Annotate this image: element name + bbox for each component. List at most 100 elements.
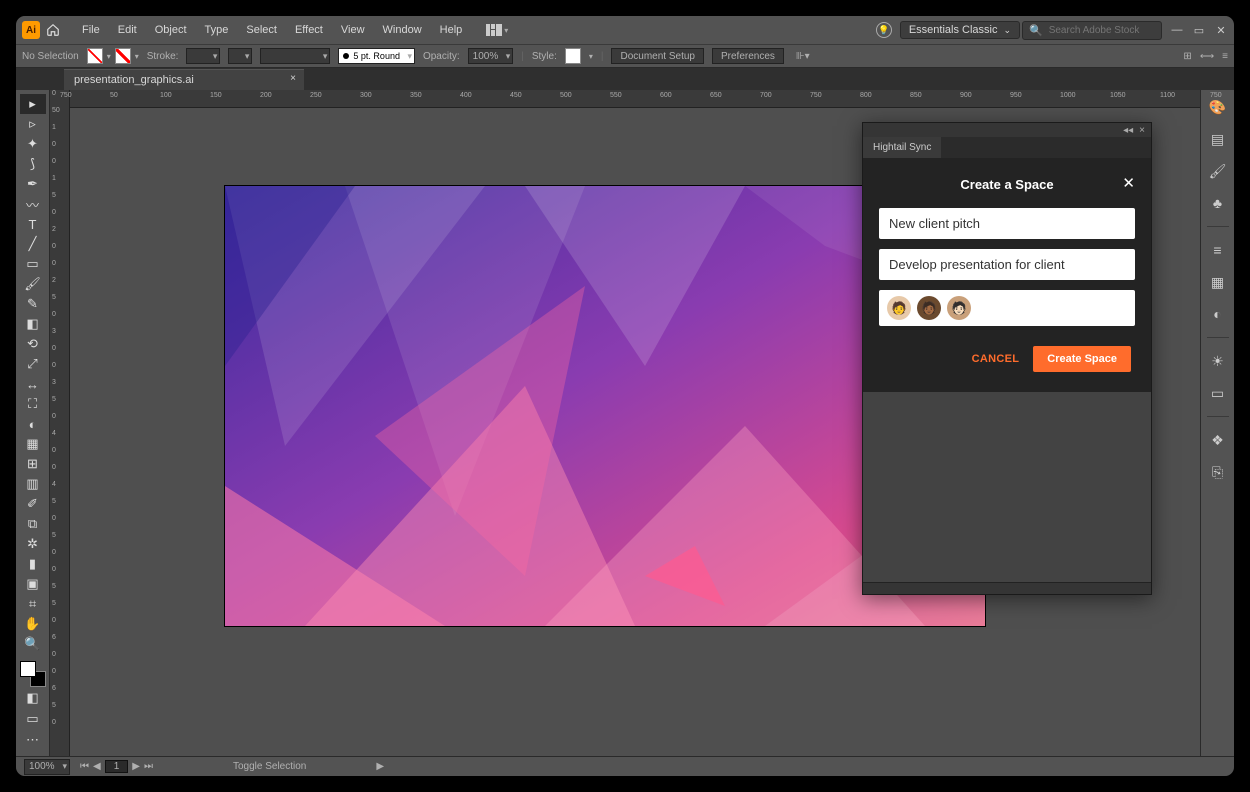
more-options-icon[interactable]: ≡	[1222, 51, 1228, 62]
mesh-tool[interactable]: ⊞	[20, 454, 46, 474]
next-page-icon[interactable]: ▶	[132, 761, 140, 772]
space-description-input[interactable]: Develop presentation for client	[879, 249, 1135, 280]
appearance-panel-icon[interactable]: ☀	[1207, 350, 1229, 372]
menu-help[interactable]: Help	[432, 20, 471, 40]
menu-type[interactable]: Type	[197, 20, 237, 40]
shaper-tool[interactable]: ✎	[20, 294, 46, 314]
first-page-icon[interactable]: ⏮	[80, 761, 89, 772]
hightail-panel[interactable]: ◂◂ × Hightail Sync Create a Space ✕ New …	[862, 122, 1152, 595]
space-name-input[interactable]: New client pitch	[879, 208, 1135, 239]
perspective-grid-tool[interactable]: ▦	[20, 434, 46, 454]
document-setup-button[interactable]: Document Setup	[611, 48, 704, 64]
eraser-tool[interactable]: ◧	[20, 314, 46, 334]
create-space-button[interactable]: Create Space	[1033, 346, 1131, 372]
last-page-icon[interactable]: ⏭	[144, 761, 153, 772]
brushes-panel-icon[interactable]: 🖌	[1207, 160, 1229, 182]
panel-scrollbar[interactable]	[863, 582, 1151, 594]
blend-tool[interactable]: ⧉	[20, 514, 46, 534]
slice-tool[interactable]: ⌗	[20, 594, 46, 614]
brush-definition[interactable]	[260, 48, 330, 64]
canvas[interactable]: ◂◂ × Hightail Sync Create a Space ✕ New …	[70, 108, 1200, 756]
workspace-label: Essentials Classic	[909, 24, 998, 36]
panel-collapse-icon[interactable]: ◂◂	[1123, 125, 1133, 136]
paintbrush-tool[interactable]: 🖌	[20, 274, 46, 294]
panel-tab[interactable]: Hightail Sync	[863, 137, 941, 158]
window-close[interactable]: ✕	[1214, 24, 1228, 37]
artboard-nav[interactable]: ⏮ ◀ 1 ▶ ⏭	[80, 760, 153, 773]
menu-file[interactable]: File	[74, 20, 108, 40]
type-tool[interactable]: T	[20, 214, 46, 234]
eyedropper-tool[interactable]: ✐	[20, 494, 46, 514]
screen-mode-icon[interactable]: ▭	[20, 709, 46, 729]
asset-export-panel-icon[interactable]: ⎘	[1207, 461, 1229, 483]
stroke-style-field[interactable]: 5 pt. Round	[338, 48, 415, 64]
discover-icon[interactable]: 💡	[876, 22, 892, 38]
align-icon[interactable]: ⊪▾	[792, 51, 814, 62]
close-tab-icon[interactable]: ×	[290, 73, 296, 84]
hand-tool[interactable]: ✋	[20, 614, 46, 634]
symbols-panel-icon[interactable]: ♣	[1207, 192, 1229, 214]
lasso-tool[interactable]: ⟆	[20, 154, 46, 174]
fill-swatch[interactable]	[87, 48, 103, 64]
rectangle-tool[interactable]: ▭	[20, 254, 46, 274]
swatches-panel-icon[interactable]: ▤	[1207, 128, 1229, 150]
home-icon[interactable]	[44, 21, 62, 39]
selection-tool[interactable]: ▸	[20, 94, 46, 114]
arrange-docs-icon[interactable]: ▾	[486, 24, 508, 36]
close-icon[interactable]: ✕	[1122, 174, 1135, 192]
free-transform-tool[interactable]: ⛶	[20, 394, 46, 414]
stock-search-input[interactable]	[1047, 24, 1155, 37]
menu-edit[interactable]: Edit	[110, 20, 145, 40]
shape-builder-tool[interactable]: ◐	[20, 414, 46, 434]
menu-window[interactable]: Window	[375, 20, 430, 40]
curvature-tool[interactable]: 〰	[20, 194, 46, 214]
menu-view[interactable]: View	[333, 20, 373, 40]
symbol-sprayer-tool[interactable]: ✲	[20, 534, 46, 554]
panel-close-icon[interactable]: ×	[1139, 125, 1145, 136]
zoom-tool[interactable]: 🔍	[20, 634, 46, 654]
workspace-switcher[interactable]: Essentials Classic ⌄	[900, 21, 1020, 39]
window-maximize[interactable]: ▭	[1192, 24, 1206, 37]
magic-wand-tool[interactable]: ✦	[20, 134, 46, 154]
gradient-tool[interactable]: ▥	[20, 474, 46, 494]
fill-stroke-color[interactable]	[20, 661, 46, 687]
graphic-style-swatch[interactable]	[565, 48, 581, 64]
graphic-styles-panel-icon[interactable]: ▭	[1207, 382, 1229, 404]
menu-object[interactable]: Object	[147, 20, 195, 40]
transform-icon[interactable]: ⊞	[1183, 51, 1191, 62]
var-width-profile[interactable]	[228, 48, 252, 64]
prev-page-icon[interactable]: ◀	[93, 761, 101, 772]
status-hint-arrow-icon[interactable]: ▶	[376, 761, 384, 772]
stroke-panel-icon[interactable]: ≡	[1207, 239, 1229, 261]
menu-select[interactable]: Select	[238, 20, 285, 40]
color-panel-icon[interactable]: 🎨	[1207, 96, 1229, 118]
align-panel-icon[interactable]: ⟷	[1200, 51, 1214, 62]
artboard-tool[interactable]: ▣	[20, 574, 46, 594]
scale-tool[interactable]: ⤢	[20, 354, 46, 374]
window-minimize[interactable]: —	[1170, 24, 1184, 36]
direct-selection-tool[interactable]: ▹	[20, 114, 46, 134]
stock-search[interactable]: 🔍	[1022, 21, 1162, 40]
column-graph-tool[interactable]: ▮	[20, 554, 46, 574]
width-tool[interactable]: ↔	[20, 374, 46, 394]
cancel-button[interactable]: CANCEL	[972, 353, 1020, 365]
document-tab[interactable]: presentation_graphics.ai ×	[64, 69, 304, 90]
line-tool[interactable]: ╱	[20, 234, 46, 254]
preferences-button[interactable]: Preferences	[712, 48, 784, 64]
menu-effect[interactable]: Effect	[287, 20, 331, 40]
page-number[interactable]: 1	[105, 760, 129, 773]
transparency-panel-icon[interactable]: ◐	[1207, 303, 1229, 325]
members-field[interactable]: 🧑 🧑🏾 🧑🏻	[879, 290, 1135, 326]
draw-mode-icons[interactable]: ◧	[20, 688, 46, 708]
rotate-tool[interactable]: ⟲	[20, 334, 46, 354]
app-window: Ai File Edit Object Type Select Effect V…	[15, 15, 1235, 777]
opacity-field[interactable]: 100%	[468, 48, 514, 64]
panel-title: Create a Space	[960, 177, 1053, 192]
gradient-panel-icon[interactable]: ▦	[1207, 271, 1229, 293]
stroke-swatch[interactable]	[115, 48, 131, 64]
stroke-weight-field[interactable]	[186, 48, 220, 64]
layers-panel-icon[interactable]: ❖	[1207, 429, 1229, 451]
zoom-field[interactable]: 100%	[24, 759, 70, 775]
pen-tool[interactable]: ✒	[20, 174, 46, 194]
edit-toolbar-icon[interactable]: ⋯	[20, 730, 46, 750]
